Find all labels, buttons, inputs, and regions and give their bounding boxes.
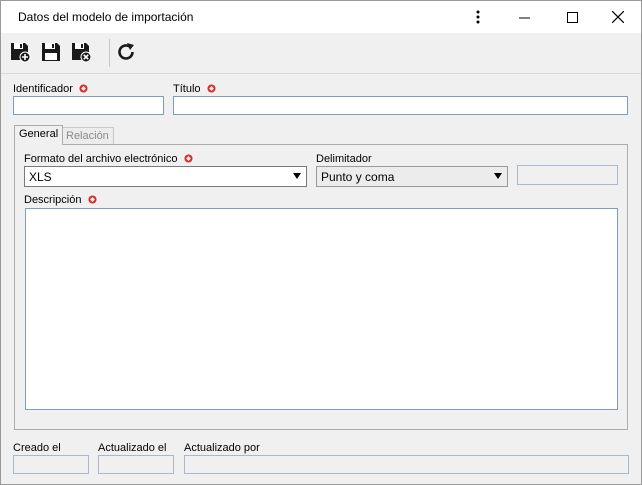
- tab-relacion[interactable]: Relación: [61, 127, 114, 145]
- titulo-label: Título: [173, 83, 216, 95]
- save-icon: [42, 43, 60, 61]
- delimitador-label: Delimitador: [316, 153, 372, 165]
- more-vertical-icon: [476, 10, 480, 24]
- maximize-button[interactable]: [549, 1, 595, 33]
- delimitador-extra-input[interactable]: [517, 165, 618, 185]
- refresh-icon: [118, 43, 134, 60]
- descripcion-label: Descripción: [24, 194, 97, 206]
- save-new-button[interactable]: [8, 40, 32, 64]
- maximize-icon: [566, 11, 578, 23]
- save-close-button[interactable]: [69, 40, 93, 64]
- actualizado-el-label: Actualizado el: [98, 442, 167, 454]
- close-button[interactable]: [595, 1, 641, 33]
- save-new-icon: [11, 43, 31, 63]
- formato-label: Formato del archivo electrónico: [24, 153, 193, 165]
- minimize-icon: [518, 17, 530, 18]
- actualizado-el-input: [98, 455, 174, 474]
- refresh-button[interactable]: [114, 40, 138, 64]
- actualizado-por-input: [184, 455, 629, 474]
- more-options-button[interactable]: [455, 1, 501, 33]
- window-title: Datos del modelo de importación: [18, 10, 194, 24]
- chevron-down-icon: [293, 173, 301, 179]
- required-icon: [207, 84, 216, 93]
- required-icon: [87, 195, 97, 204]
- formato-select[interactable]: XLS: [24, 166, 307, 187]
- identificador-input[interactable]: [13, 96, 164, 115]
- tab-general[interactable]: General: [14, 125, 64, 145]
- save-close-icon: [72, 43, 92, 63]
- toolbar: [1, 33, 641, 74]
- actualizado-por-label: Actualizado por: [184, 442, 260, 454]
- identificador-label: Identificador: [13, 83, 88, 95]
- descripcion-textarea[interactable]: [25, 208, 618, 410]
- import-model-window: Datos del modelo de importación Identifi…: [0, 0, 642, 485]
- title-bar: Datos del modelo de importación: [1, 1, 641, 33]
- required-icon: [79, 84, 88, 93]
- chevron-down-icon: [494, 173, 502, 179]
- close-icon: [612, 11, 624, 23]
- creado-input: [13, 455, 89, 474]
- save-button[interactable]: [39, 40, 63, 64]
- delimitador-select[interactable]: Punto y coma: [316, 166, 508, 187]
- minimize-button[interactable]: [501, 1, 547, 33]
- required-icon: [183, 154, 193, 163]
- toolbar-separator: [109, 39, 110, 67]
- creado-label: Creado el: [13, 442, 61, 454]
- titulo-input[interactable]: [173, 96, 628, 115]
